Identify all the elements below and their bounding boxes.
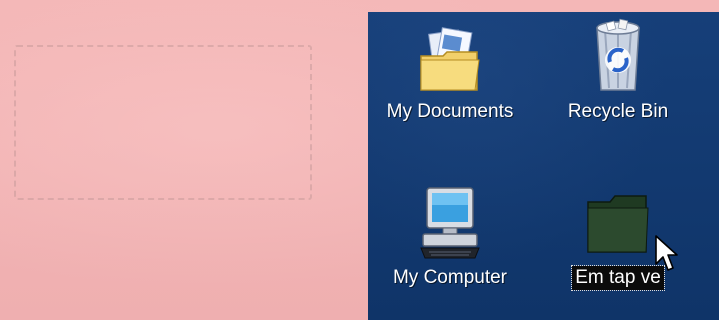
desktop-icon-recycle-bin[interactable]: Recycle Bin [538,18,698,124]
desktop-icon-label: Em tap ve [571,265,665,291]
desktop-icon-my-computer[interactable]: My Computer [370,184,530,290]
desktop-icon-label: Recycle Bin [567,101,669,122]
desktop-icon-em-tap-ve-folder[interactable]: Em tap ve [538,184,698,291]
desktop-icon-label: My Documents [386,101,514,122]
empty-dashed-frame [14,45,312,200]
windows-desktop[interactable]: My Documents Recycle Bin My Computer Em … [368,12,719,320]
desktop-icon-my-documents[interactable]: My Documents [370,26,530,124]
desktop-icon-label: My Computer [392,267,508,288]
my-computer-icon [420,187,480,259]
recycle-bin-icon [596,18,640,91]
folder-icon [587,195,649,253]
my-documents-icon [420,27,480,91]
